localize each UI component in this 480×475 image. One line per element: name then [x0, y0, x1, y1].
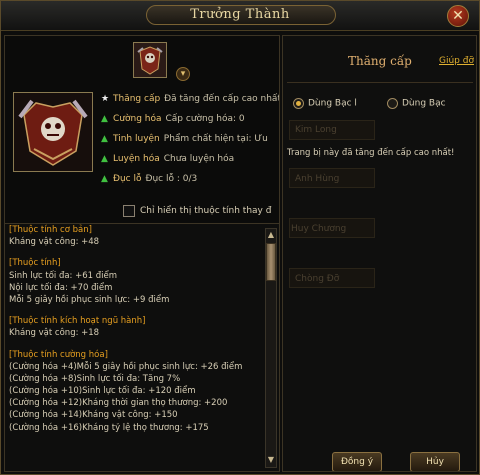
- armor-thumbnail-icon: [134, 43, 166, 77]
- selected-item-slot[interactable]: [133, 42, 167, 78]
- close-button[interactable]: ✕: [447, 5, 469, 27]
- filter-checkbox-label: Chỉ hiển thị thuộc tính thay đ: [140, 206, 272, 216]
- attribute-section-heading: [Thuộc tính kích hoạt ngũ hành]: [9, 316, 146, 327]
- stat-row-enhance[interactable]: ▲ Cường hóa Cấp cường hóa: 0: [101, 112, 279, 126]
- radio-button[interactable]: [387, 98, 398, 109]
- help-link[interactable]: Giúp đỡ: [439, 56, 474, 66]
- radio-button[interactable]: [293, 98, 304, 109]
- item-info-panel: ▾ ★ Thăng cấp Đã tăng đến cấp cao nhất ▲ Cư…: [4, 35, 280, 472]
- filter-checkbox[interactable]: [123, 205, 135, 217]
- ghost-label: Kim Long: [295, 125, 337, 135]
- star-icon: ★: [101, 94, 110, 104]
- attribute-line: Sinh lực tối đa: +61 điểm: [9, 270, 118, 281]
- attribute-spacer: [9, 306, 261, 315]
- scroll-down-icon[interactable]: ▼: [266, 455, 276, 465]
- attribute-line: (Cường hóa +10)Sinh lực tối đa: +120 điể…: [9, 386, 196, 397]
- attribute-spacer: [9, 340, 261, 349]
- attribute-line: (Cường hóa +8)Sinh lực tối đa: Tăng 7%: [9, 373, 181, 384]
- attribute-spacer: [9, 248, 261, 257]
- item-large-preview: [13, 92, 93, 172]
- armor-preview-icon: [14, 93, 92, 171]
- radio-use-locked-silver[interactable]: Dùng Bạc l: [293, 98, 357, 112]
- attribute-line: Mỗi 5 giây hồi phục sinh lực: +9 điểm: [9, 294, 170, 305]
- green-arrow-icon: ▲: [101, 134, 108, 144]
- stat-row-socket[interactable]: ▲ Đục lỗ Đục lỗ : 0/3: [101, 172, 279, 186]
- attribute-list: [Thuộc tính cơ bản] Kháng vật công: +48 [T…: [9, 224, 261, 434]
- stat-row-refine[interactable]: ▲ Tinh luyện Phẩm chất hiện tại: Ưu: [101, 132, 279, 146]
- window-title: Trưởng Thành: [190, 7, 290, 22]
- green-arrow-icon: ▲: [101, 154, 108, 164]
- green-arrow-icon: ▲: [101, 174, 108, 184]
- attribute-section-heading: [Thuộc tính cơ bản]: [9, 225, 92, 235]
- upgrade-panel-title: Thăng cấp: [348, 54, 412, 68]
- stat-row-upgrade[interactable]: ★ Thăng cấp Đã tăng đến cấp cao nhất: [101, 92, 279, 106]
- attribute-section-heading: [Thuộc tính]: [9, 258, 61, 269]
- panel-divider: [287, 82, 473, 83]
- scroll-up-icon[interactable]: ▲: [266, 230, 276, 240]
- attribute-section-heading: [Thuộc tính cường hóa]: [9, 349, 108, 360]
- title-bar[interactable]: Trưởng Thành ✕: [1, 1, 479, 31]
- attribute-line: (Cường hóa +14)Kháng vật công: +150: [9, 410, 178, 421]
- attribute-line: (Cường hóa +4)Mỗi 5 giây hồi phục sinh l…: [9, 361, 243, 372]
- cancel-button[interactable]: Hủy: [410, 452, 460, 471]
- green-arrow-icon: ▲: [101, 114, 108, 124]
- attribute-line: (Cường hóa +16)Kháng tỷ lệ thọ thương: +…: [9, 422, 209, 433]
- attribute-scrollbar[interactable]: ▲ ▼: [265, 228, 277, 468]
- attribute-list-box: [Thuộc tính cơ bản] Kháng vật công: +48 [T…: [5, 223, 279, 471]
- attribute-line: Nội lực tối đa: +70 điểm: [9, 282, 113, 293]
- ghost-label: Huy Chương: [291, 224, 347, 234]
- radio-use-silver[interactable]: Dùng Bạc: [387, 98, 446, 112]
- ghost-label: Chòng Đỡ: [295, 274, 340, 284]
- attribute-line: Kháng vật công: +18: [9, 328, 100, 339]
- confirm-button[interactable]: Đồng ý: [332, 452, 382, 471]
- upgrade-panel: Thăng cấp Giúp đỡ Dùng Bạc l Dùng Bạc Ki…: [282, 35, 477, 472]
- filter-changed-attributes[interactable]: Chỉ hiển thị thuộc tính thay đ: [123, 205, 271, 219]
- scroll-thumb[interactable]: [266, 243, 276, 281]
- stat-row-smelt[interactable]: ▲ Luyện hóa Chưa luyện hóa: [101, 152, 279, 166]
- chevron-down-icon[interactable]: ▾: [176, 67, 190, 81]
- upgrade-status-message: Trang bị này đã tăng đến cấp cao nhất!: [287, 148, 455, 158]
- attribute-line: (Cường hóa +12)Kháng thời gian thọ thươn…: [9, 398, 228, 409]
- upgrade-window: Trưởng Thành ✕ ▾ ★ Thăng cấp Đã tăng đến…: [0, 0, 480, 475]
- attribute-line: Kháng vật công: +48: [9, 237, 100, 248]
- ghost-label: Anh Hùng: [295, 174, 340, 184]
